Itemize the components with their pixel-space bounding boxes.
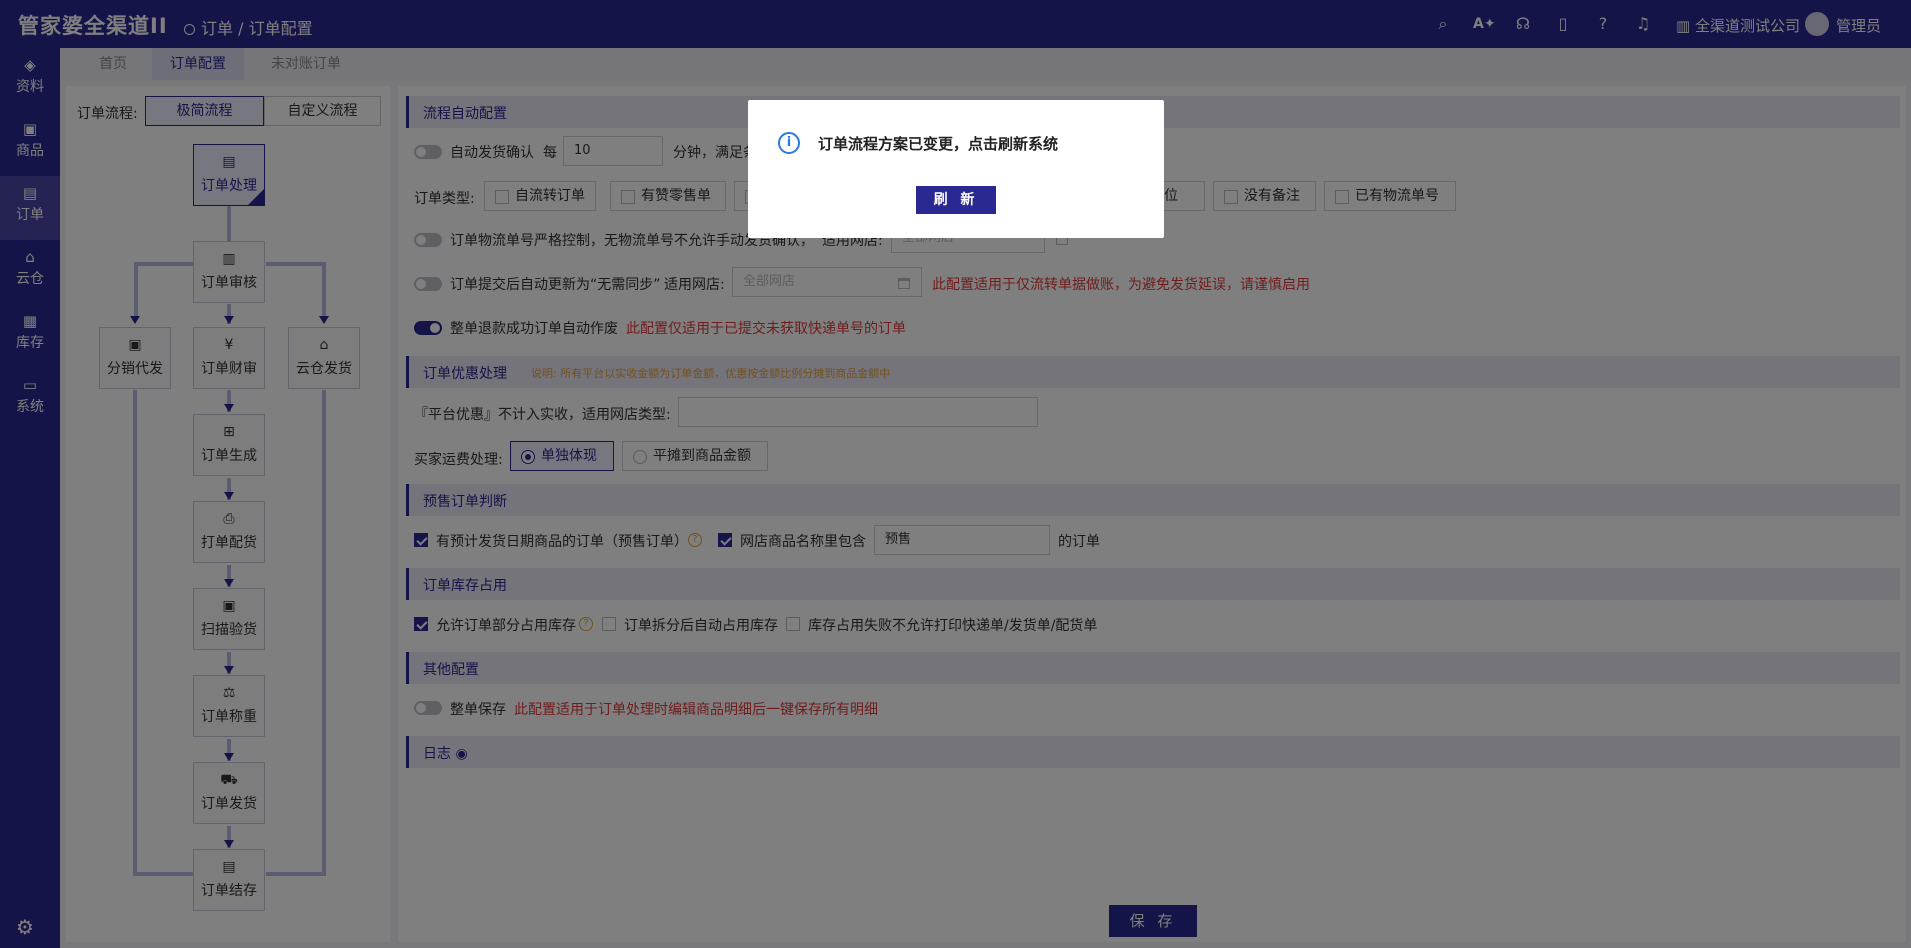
info-icon: i [778,132,800,154]
refresh-button[interactable]: 刷 新 [916,186,996,214]
refresh-dialog: i 订单流程方案已变更，点击刷新系统 刷 新 [748,100,1164,238]
dialog-message: 订单流程方案已变更，点击刷新系统 [818,135,1059,153]
